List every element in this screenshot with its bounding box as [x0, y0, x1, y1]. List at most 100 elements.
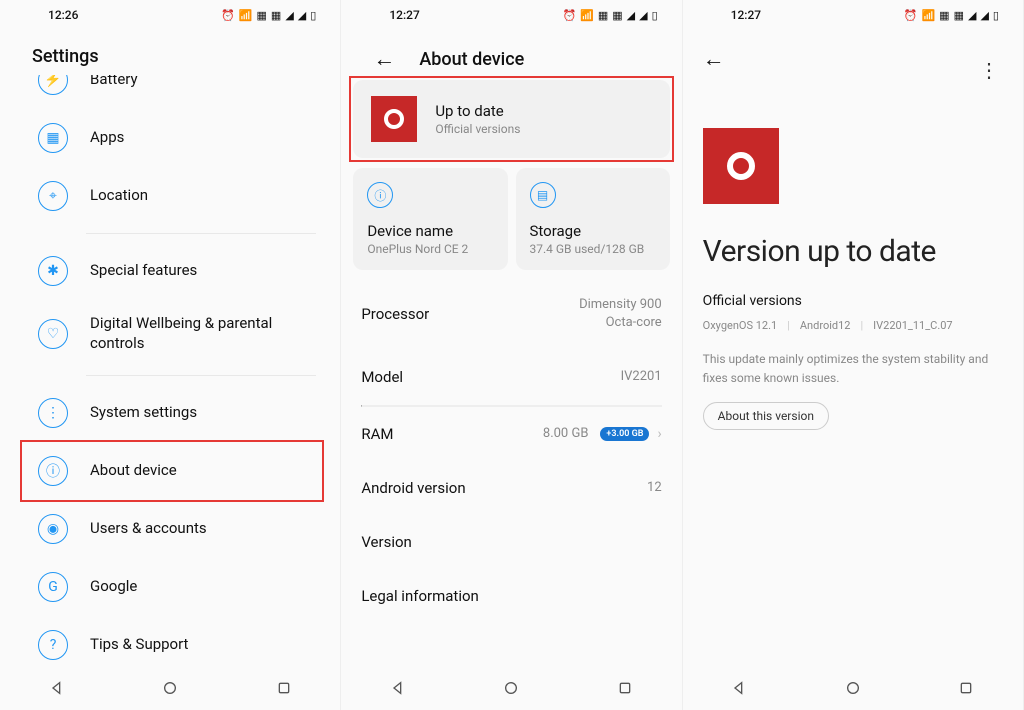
status-icons: ⏰ 📶 ▦ ▦ ◢ ◢ ▯: [904, 9, 999, 22]
nav-recent-icon[interactable]: [617, 680, 633, 696]
build-number: IV2201_11_C.07: [873, 319, 952, 332]
oneplus-logo-icon: [371, 96, 417, 142]
status-bar: 12:27 ⏰ 📶 ▦ ▦ ◢ ◢ ▯: [341, 0, 681, 30]
nav-back-icon[interactable]: [390, 680, 406, 696]
card-value: OnePlus Nord CE 2: [367, 242, 468, 256]
info-icon: ⓘ: [367, 182, 393, 208]
special-icon: ✱: [38, 256, 68, 286]
item-label: About device: [90, 461, 177, 481]
nav-home-icon[interactable]: [845, 680, 861, 696]
spec-ram[interactable]: RAM 8.00 GB +3.00 GB ›: [361, 407, 661, 461]
card-value: 37.4 GB used/128 GB: [530, 242, 645, 256]
sidebar-item-system-settings[interactable]: ⋮ System settings: [28, 384, 316, 442]
nav-home-icon[interactable]: [503, 680, 519, 696]
sidebar-item-about-device[interactable]: ⓘ About device: [28, 442, 316, 500]
sidebar-item-apps[interactable]: ▦ Apps: [28, 109, 316, 167]
spec-label: Legal information: [361, 587, 478, 605]
storage-card[interactable]: ▤ Storage 37.4 GB used/128 GB: [516, 168, 670, 270]
divider: [86, 233, 316, 234]
apps-icon: ▦: [38, 123, 68, 153]
signal-icon-2: ◢: [285, 9, 293, 22]
item-label: Digital Wellbeing & parental controls: [90, 314, 306, 353]
spec-legal[interactable]: Legal information: [361, 569, 661, 623]
clock: 12:27: [389, 8, 419, 22]
spec-processor[interactable]: Processor Dimensity 900 Octa-core: [361, 278, 661, 350]
signal-icon: ▦: [612, 9, 622, 22]
wifi-icon: 📶: [239, 9, 253, 22]
battery-icon: ▯: [993, 9, 999, 22]
info-icon: ⓘ: [38, 456, 68, 486]
status-bar: 12:27 ⏰ 📶 ▦ ▦ ◢ ◢ ▯: [683, 0, 1023, 30]
update-title: Version up to date: [703, 234, 1003, 269]
about-version-button[interactable]: About this version: [703, 402, 829, 430]
alarm-icon: ⏰: [904, 9, 918, 22]
item-label: Battery: [90, 75, 138, 90]
status-bar: 12:26 ⏰ 📶 ▦ ▦ ◢ ◢ ▯: [0, 0, 340, 30]
status-icons: ⏰ 📶 ▦ ▦ ◢ ◢ ▯: [562, 9, 657, 22]
page-header: ←: [683, 30, 1023, 80]
vibrate-icon: ▦: [257, 9, 267, 22]
google-icon: G: [38, 572, 68, 602]
sidebar-item-special-features[interactable]: ✱ Special features: [28, 242, 316, 300]
update-subtitle: Official versions: [703, 293, 1003, 309]
logo-area: [703, 80, 1003, 234]
spec-label: RAM: [361, 425, 393, 443]
spec-label: Android version: [361, 479, 465, 497]
item-label: System settings: [90, 403, 197, 423]
nav-recent-icon[interactable]: [276, 680, 292, 696]
page-header: ← About device: [341, 30, 681, 80]
signal-icon-2: ◢: [968, 9, 976, 22]
spec-label: Model: [361, 368, 403, 386]
item-label: Apps: [90, 128, 124, 148]
page-title: About device: [419, 49, 524, 70]
separator: |: [860, 319, 863, 332]
item-label: Special features: [90, 261, 197, 281]
nav-recent-icon[interactable]: [958, 680, 974, 696]
vibrate-icon: ▦: [598, 9, 608, 22]
nav-home-icon[interactable]: [162, 680, 178, 696]
sidebar-item-users-accounts[interactable]: ◉ Users & accounts: [28, 500, 316, 558]
location-icon: ⌖: [38, 181, 68, 211]
ram-extension-badge: +3.00 GB: [600, 427, 649, 441]
device-name-card[interactable]: ⓘ Device name OnePlus Nord CE 2: [353, 168, 507, 270]
spec-version[interactable]: Version: [361, 515, 661, 569]
card-label: Storage: [530, 222, 645, 240]
nav-back-icon[interactable]: [731, 680, 747, 696]
clock: 12:27: [731, 8, 761, 22]
signal-icon: ▦: [271, 9, 281, 22]
dots-icon: ⋮: [38, 398, 68, 428]
nav-bar: [341, 666, 681, 710]
more-menu-button[interactable]: ⋮: [979, 58, 999, 82]
update-subtitle: Official versions: [435, 122, 520, 136]
item-label: Tips & Support: [90, 635, 188, 655]
sidebar-item-google[interactable]: G Google: [28, 558, 316, 616]
spec-model[interactable]: Model IV2201: [361, 350, 661, 404]
card-label: Device name: [367, 222, 468, 240]
user-icon: ◉: [38, 514, 68, 544]
update-title: Up to date: [435, 102, 520, 120]
sidebar-item-battery[interactable]: ⚡ Battery: [28, 75, 316, 109]
update-description: This update mainly optimizes the system …: [703, 350, 1003, 388]
update-card[interactable]: Up to date Official versions: [353, 80, 669, 158]
update-body: Version up to date Official versions Oxy…: [683, 80, 1023, 430]
sidebar-item-digital-wellbeing[interactable]: ♡ Digital Wellbeing & parental controls: [28, 300, 316, 367]
battery-icon: ⚡: [38, 75, 68, 95]
item-label: Location: [90, 186, 148, 206]
battery-icon: ▯: [652, 9, 658, 22]
back-button[interactable]: ←: [373, 46, 395, 72]
status-icons: ⏰ 📶 ▦ ▦ ◢ ◢ ▯: [221, 9, 316, 22]
back-button[interactable]: ←: [703, 46, 725, 72]
wifi-icon: 📶: [921, 9, 935, 22]
divider: [86, 375, 316, 376]
nav-back-icon[interactable]: [49, 680, 65, 696]
chevron-right-icon: ›: [657, 426, 661, 442]
sidebar-item-location[interactable]: ⌖ Location: [28, 167, 316, 225]
spec-android-version[interactable]: Android version 12: [361, 461, 661, 515]
alarm-icon: ⏰: [562, 9, 576, 22]
help-icon: ?: [38, 630, 68, 660]
storage-icon: ▤: [530, 182, 556, 208]
spec-label: Version: [361, 533, 412, 551]
signal-icon: ▦: [954, 9, 964, 22]
nav-bar: [0, 666, 340, 710]
oneplus-logo-icon: [703, 128, 779, 204]
